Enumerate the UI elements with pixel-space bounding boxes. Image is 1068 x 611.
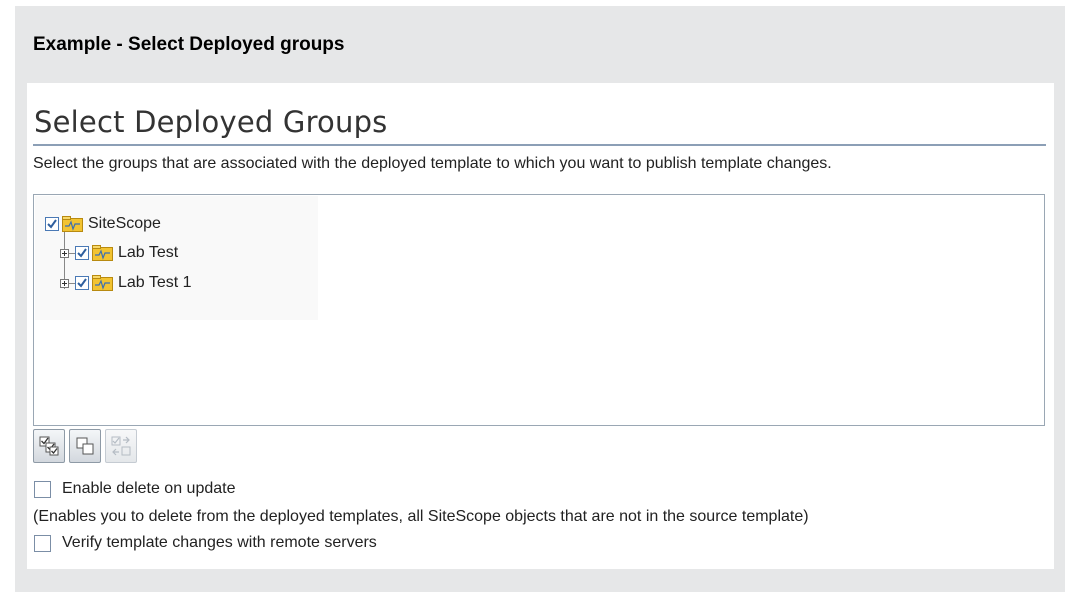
tree-node-lab-test[interactable]: Lab Test — [60, 243, 178, 263]
verify-remote-option[interactable]: Verify template changes with remote serv… — [34, 534, 377, 552]
tree-node-label: Lab Test 1 — [118, 274, 192, 291]
monitor-group-icon — [92, 245, 113, 261]
clear-selection-button[interactable] — [69, 429, 101, 463]
sitescope-checkbox[interactable] — [45, 217, 59, 231]
verify-remote-label: Verify template changes with remote serv… — [62, 534, 377, 551]
select-all-button[interactable] — [33, 429, 65, 463]
select-all-icon — [39, 436, 59, 456]
tree-toolbar — [33, 429, 137, 463]
panel-description: Select the groups that are associated wi… — [33, 155, 832, 172]
monitor-group-icon — [92, 275, 113, 291]
panel-heading: Select Deployed Groups — [34, 105, 388, 139]
lab-test-1-checkbox[interactable] — [75, 276, 89, 290]
invert-selection-button[interactable] — [105, 429, 137, 463]
tree-node-lab-test-1[interactable]: Lab Test 1 — [60, 273, 192, 293]
expand-icon[interactable] — [60, 278, 69, 288]
clear-selection-icon — [76, 437, 94, 455]
heading-divider — [33, 144, 1046, 146]
lab-test-checkbox[interactable] — [75, 246, 89, 260]
enable-delete-checkbox[interactable] — [34, 480, 51, 498]
invert-selection-icon — [111, 436, 131, 456]
enable-delete-option[interactable]: Enable delete on update — [34, 480, 235, 498]
enable-delete-note: (Enables you to delete from the deployed… — [33, 508, 809, 525]
groups-tree[interactable]: SiteScope Lab Test Lab Test 1 — [33, 194, 1045, 426]
monitor-group-icon — [62, 216, 83, 232]
enable-delete-label: Enable delete on update — [62, 480, 236, 497]
tree-node-sitescope[interactable]: SiteScope — [45, 214, 161, 234]
tree-node-label: Lab Test — [118, 244, 179, 261]
expand-icon[interactable] — [60, 248, 69, 258]
tree-node-label: SiteScope — [88, 215, 161, 232]
select-deployed-groups-panel: Select Deployed Groups Select the groups… — [27, 83, 1054, 569]
example-title: Example - Select Deployed groups — [33, 34, 345, 55]
verify-remote-checkbox[interactable] — [34, 534, 51, 552]
